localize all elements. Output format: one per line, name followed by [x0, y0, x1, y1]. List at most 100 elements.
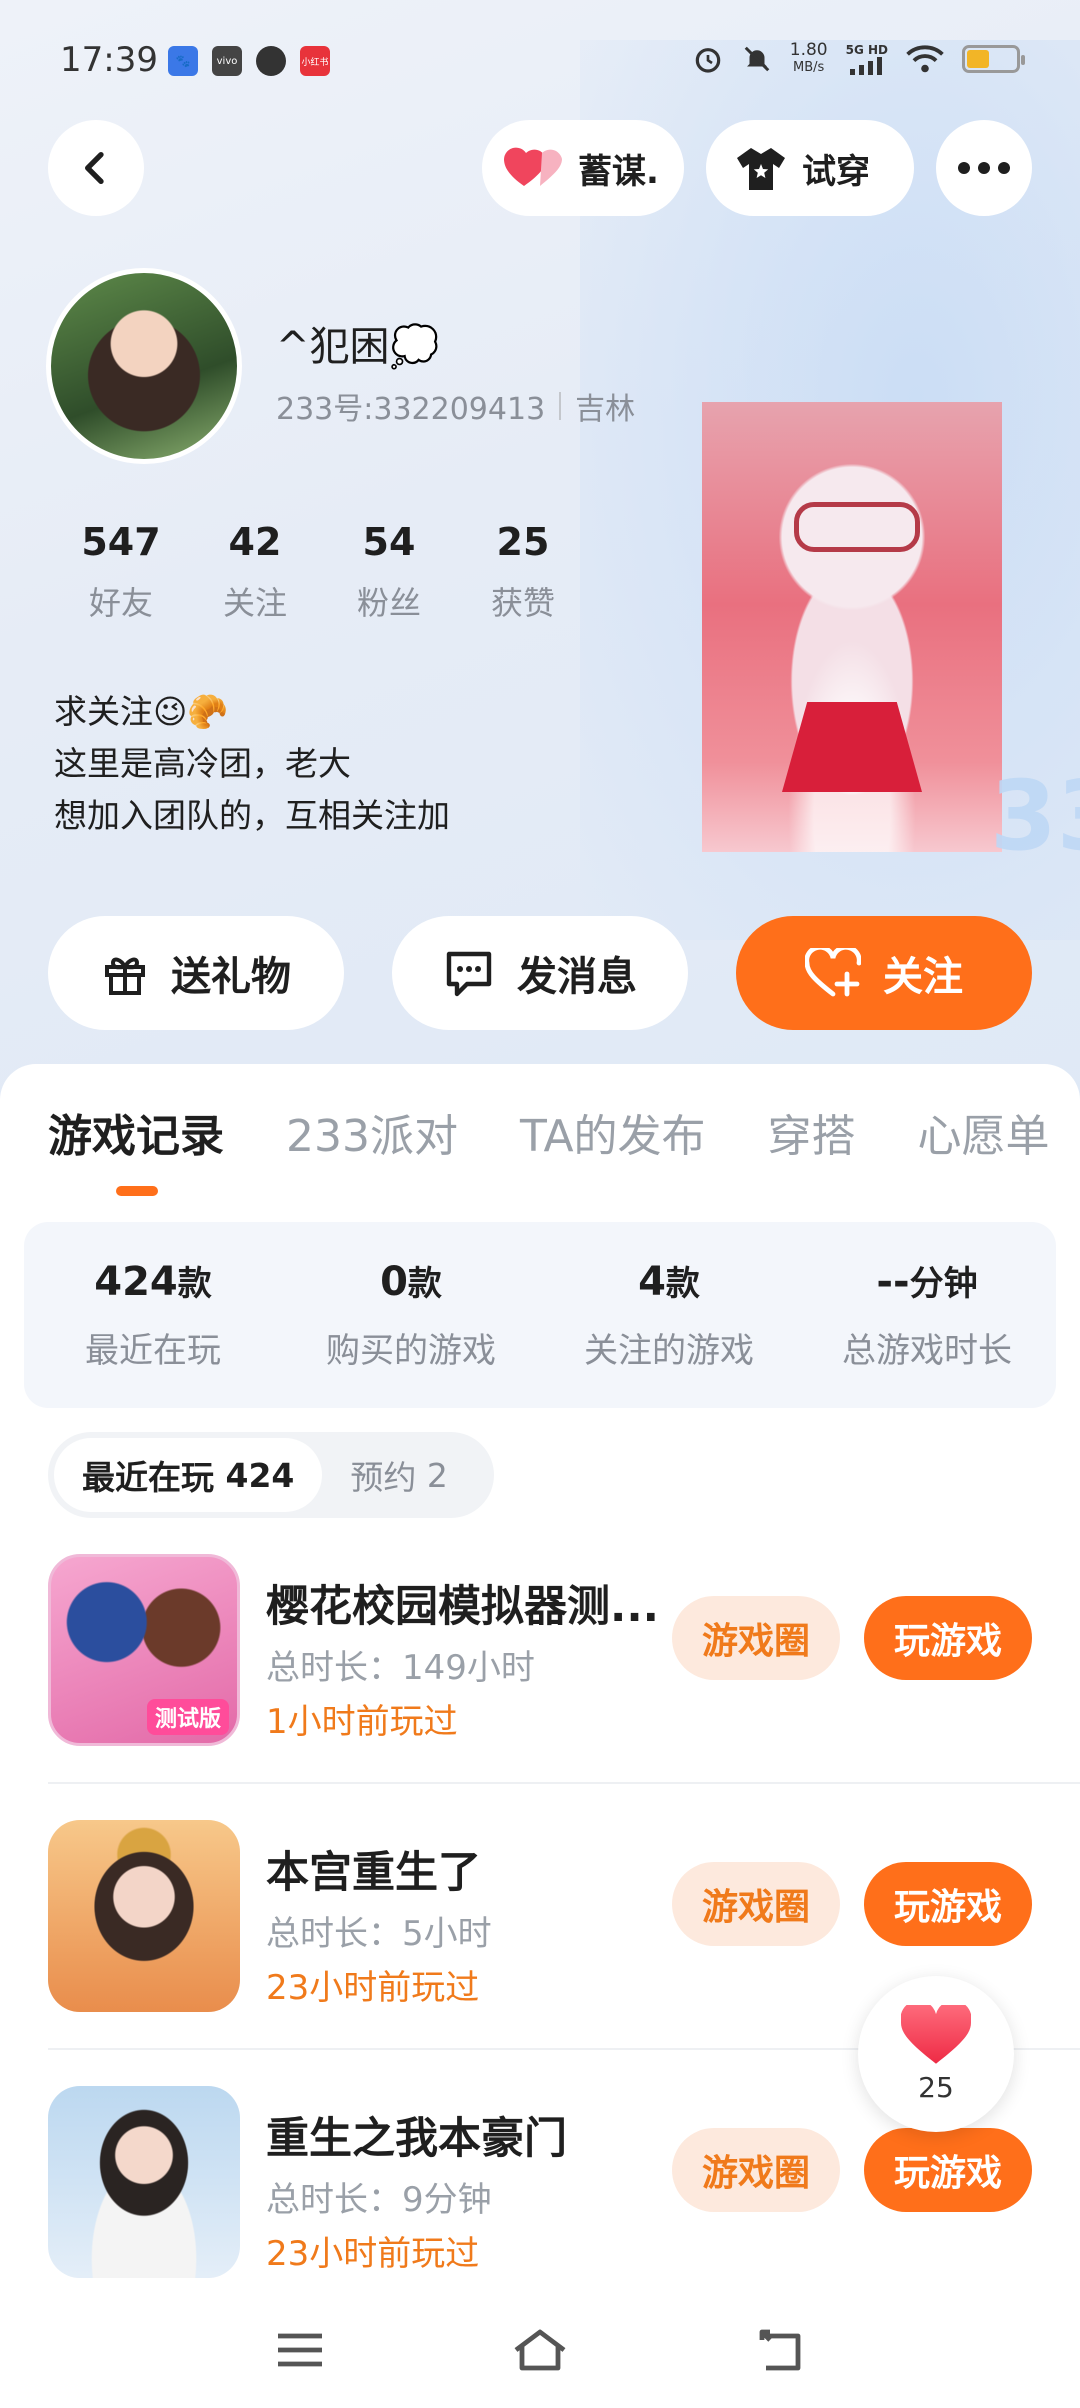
subtab-reserve[interactable]: 预约 2 — [322, 1438, 476, 1512]
game-duration: 总时长：9分钟 — [266, 2180, 492, 2220]
bio-line: 这里是高冷团，老大 — [54, 744, 351, 783]
network-type: 5G HD — [845, 43, 888, 57]
net-speed-value: 1.80 — [789, 40, 828, 60]
tab-indicator — [116, 1186, 158, 1196]
send-message-button[interactable]: 发消息 — [392, 916, 688, 1030]
try-on-label: 试穿 — [802, 151, 870, 192]
summary-playtime[interactable]: --分钟 总游戏时长 — [798, 1222, 1056, 1408]
net-speed-unit: MB/s — [793, 60, 825, 75]
game-icon: 测试版 — [48, 1554, 240, 1746]
stat-likes-label: 获赞 — [490, 584, 555, 622]
summary-purchased-label: 购买的游戏 — [326, 1331, 496, 1371]
app-red-icon: 小红书 — [300, 46, 330, 76]
message-icon — [256, 46, 286, 76]
game-icon — [48, 2086, 240, 2278]
follow-button[interactable]: 关注 — [736, 916, 1032, 1030]
back-nav-button[interactable] — [752, 2320, 812, 2380]
stat-fans-count: 54 — [362, 520, 416, 564]
summary-followed-unit: 款 — [665, 1264, 700, 1304]
vote-button[interactable]: 蓄谋. — [482, 120, 684, 216]
status-bar: 17:39 🐾 vivo 小红书 1.80 MB/s 5G HD — [0, 0, 1080, 120]
play-game-button[interactable]: 玩游戏 — [864, 1862, 1032, 1946]
game-badge: 测试版 — [146, 1699, 229, 1735]
send-gift-button[interactable]: 送礼物 — [48, 916, 344, 1030]
gift-icon — [101, 949, 149, 997]
game-item[interactable]: 测试版 樱花校园模拟器测... 总时长：149小时 1小时前玩过 游戏圈 玩游戏 — [0, 1540, 1080, 1806]
heart-plus-icon — [805, 948, 861, 998]
summary-followed-value: 4 — [638, 1259, 666, 1305]
summary-playtime-unit: 分钟 — [909, 1264, 978, 1304]
subtab-reserve-label: 预约 — [350, 1458, 417, 1497]
summary-purchased-unit: 款 — [407, 1264, 442, 1304]
subtab-recent-label: 最近在玩 — [82, 1458, 214, 1497]
tab-outfits[interactable]: 穿搭 — [768, 1100, 856, 1164]
stat-friends[interactable]: 547 好友 — [54, 520, 188, 624]
summary-purchased[interactable]: 0款 购买的游戏 — [282, 1222, 540, 1408]
summary-playtime-label: 总游戏时长 — [842, 1331, 1012, 1371]
profile-stats: 547 好友 42 关注 54 粉丝 25 获赞 — [54, 520, 590, 624]
stat-likes[interactable]: 25 获赞 — [456, 520, 590, 624]
like-float-button[interactable]: 25 — [858, 1976, 1014, 2132]
id-separator — [559, 392, 562, 420]
send-message-label: 发消息 — [517, 954, 637, 1000]
summary-recent[interactable]: 424款 最近在玩 — [24, 1222, 282, 1408]
avatar[interactable] — [46, 268, 242, 464]
summary-purchased-value: 0 — [380, 1259, 408, 1305]
heart-icon — [901, 2004, 971, 2064]
home-nav-button[interactable] — [510, 2320, 570, 2380]
summary-recent-unit: 款 — [177, 1264, 212, 1304]
game-circle-button[interactable]: 游戏圈 — [672, 1596, 840, 1680]
more-dots-icon — [958, 162, 1010, 174]
vote-label: 蓄谋. — [578, 151, 659, 192]
notification-icons: 🐾 vivo 小红书 — [168, 46, 330, 76]
status-time: 17:39 — [60, 40, 158, 80]
game-duration: 总时长：5小时 — [266, 1914, 492, 1954]
tab-game-records[interactable]: 游戏记录 — [48, 1100, 224, 1164]
bio: 求关注😉🥐 这里是高冷团，老大 想加入团队的，互相关注加 — [54, 686, 450, 842]
menu-nav-button[interactable] — [270, 2320, 330, 2380]
summary-recent-value: 424 — [94, 1259, 178, 1305]
game-icon — [48, 1820, 240, 2012]
summary-playtime-value: -- — [876, 1259, 910, 1305]
back-nav-icon — [759, 2329, 801, 2371]
tab-233-party[interactable]: 233派对 — [286, 1100, 458, 1164]
subtab-reserve-count: 2 — [426, 1455, 448, 1495]
divider — [48, 1782, 1080, 1784]
play-game-button[interactable]: 玩游戏 — [864, 1596, 1032, 1680]
decorative-logo: 33 — [990, 760, 1080, 872]
game-title: 本宫重生了 — [266, 1848, 481, 1898]
nickname: ^犯困💭 — [276, 324, 440, 370]
stat-fans[interactable]: 54 粉丝 — [322, 520, 456, 624]
game-circle-button[interactable]: 游戏圈 — [672, 2128, 840, 2212]
vivo-icon: vivo — [212, 46, 242, 76]
try-on-button[interactable]: 试穿 — [706, 120, 914, 216]
play-game-button[interactable]: 玩游戏 — [864, 2128, 1032, 2212]
stat-friends-count: 547 — [81, 520, 161, 564]
summary-followed[interactable]: 4款 关注的游戏 — [540, 1222, 798, 1408]
game-last-played: 23小时前玩过 — [266, 1968, 480, 2008]
bio-line: 想加入团队的，互相关注加 — [54, 796, 450, 835]
stat-following[interactable]: 42 关注 — [188, 520, 322, 624]
home-icon — [514, 2329, 566, 2371]
game-last-played: 23小时前玩过 — [266, 2234, 480, 2274]
baidu-icon: 🐾 — [168, 46, 198, 76]
subtab-recent[interactable]: 最近在玩 424 — [54, 1438, 323, 1512]
more-button[interactable] — [936, 120, 1032, 216]
follow-label: 关注 — [883, 954, 963, 1000]
wifi-icon — [906, 45, 944, 73]
user-id: 233号:332209413 — [276, 392, 546, 427]
user-id-line: 233号:332209413 吉林 — [276, 384, 635, 428]
stat-following-label: 关注 — [222, 584, 287, 622]
profile-tabs: 游戏记录 233派对 TA的发布 穿搭 心愿单 — [48, 1100, 1080, 1164]
battery-icon — [962, 45, 1025, 73]
like-count: 25 — [918, 2070, 954, 2104]
tab-wishlist[interactable]: 心愿单 — [918, 1100, 1050, 1164]
character-avatar-3d[interactable] — [702, 402, 1002, 852]
chat-bubble-icon — [443, 948, 495, 998]
back-button[interactable] — [48, 120, 144, 216]
heart-icon — [504, 146, 562, 190]
tab-posts[interactable]: TA的发布 — [520, 1100, 706, 1164]
game-circle-button[interactable]: 游戏圈 — [672, 1862, 840, 1946]
location: 吉林 — [575, 392, 636, 427]
game-last-played: 1小时前玩过 — [266, 1702, 458, 1742]
